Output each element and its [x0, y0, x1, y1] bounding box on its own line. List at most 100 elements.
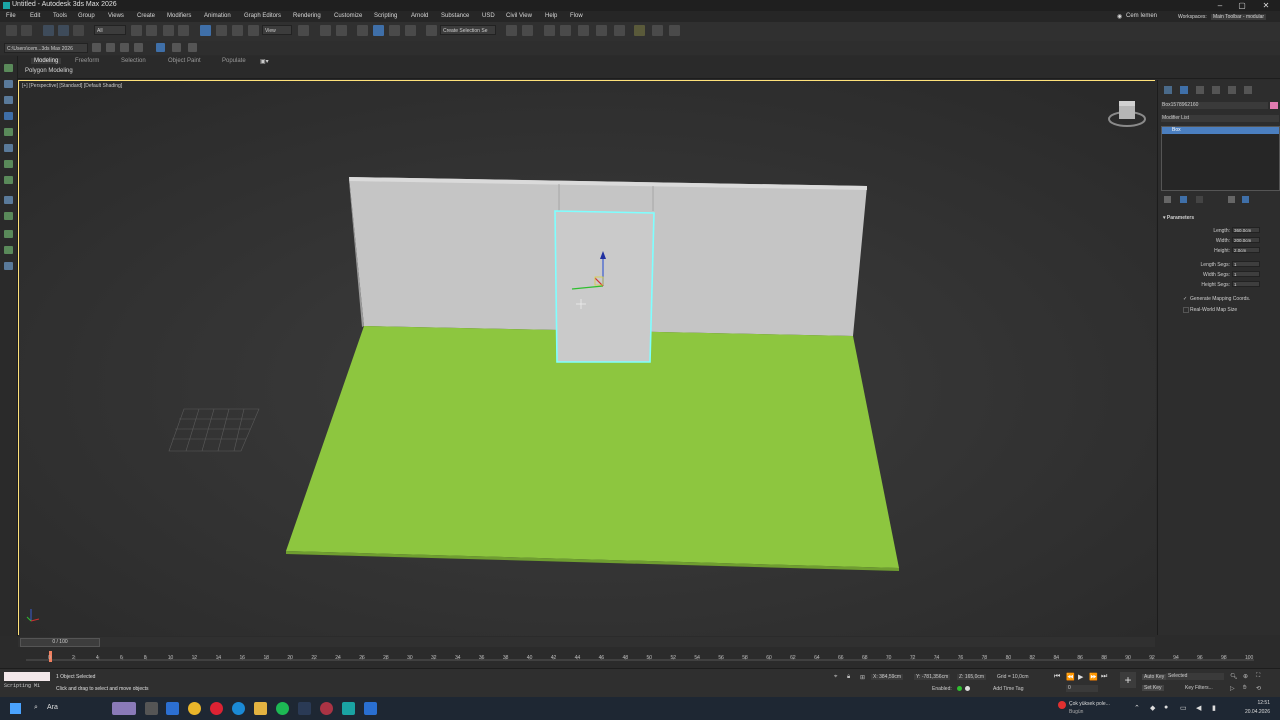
menu-modifiers[interactable]: Modifiers	[167, 13, 191, 19]
menu-views[interactable]: Views	[108, 13, 124, 19]
menu-create[interactable]: Create	[137, 13, 155, 19]
play-icon[interactable]: ▶	[1078, 673, 1083, 681]
refresh-icon[interactable]	[188, 43, 197, 52]
tab-freeform[interactable]: Freeform	[75, 58, 99, 64]
tray-icon-1[interactable]: ◆	[1150, 704, 1155, 712]
menu-scripting[interactable]: Scripting	[374, 13, 397, 19]
window-crossing-icon[interactable]	[178, 25, 189, 36]
hierarchy-icon[interactable]	[4, 96, 13, 104]
time-slider-thumb[interactable]: 0 / 100	[20, 638, 100, 647]
width-segs-spinner[interactable]: 1	[1232, 271, 1260, 277]
z-coordinate-field[interactable]: Z: 165,0cm	[957, 674, 987, 680]
tab-modeling[interactable]: Modeling	[31, 58, 62, 64]
height-spinner[interactable]: 2,0cm	[1232, 247, 1260, 253]
selection-filter-dropdown[interactable]: All	[94, 25, 126, 35]
pivot-center-icon[interactable]	[298, 25, 309, 36]
maximize-button[interactable]: ▢	[1232, 0, 1252, 11]
widgets-icon[interactable]	[112, 702, 136, 715]
goto-start-icon[interactable]: ⏮	[1054, 673, 1060, 681]
place-icon[interactable]	[248, 25, 259, 36]
selection-lock-icon[interactable]: 🔒︎	[847, 674, 850, 681]
menu-substance[interactable]: Substance	[441, 13, 469, 19]
app-icon-2[interactable]	[320, 702, 333, 715]
tab-object-paint[interactable]: Object Paint	[168, 58, 201, 64]
prev-frame-icon[interactable]: ⏪	[1066, 673, 1075, 681]
zoom-icon[interactable]: 🔍︎	[1230, 673, 1238, 680]
pan-icon[interactable]: ✋︎	[1243, 685, 1246, 692]
menu-civil-view[interactable]: Civil View	[506, 13, 532, 19]
modify-icon[interactable]	[4, 80, 13, 88]
region-select-icon[interactable]	[163, 25, 174, 36]
display-tab-icon[interactable]	[1228, 86, 1236, 94]
volume-icon[interactable]: ◀	[1196, 704, 1201, 712]
object-name-field[interactable]: Box1578962160	[1161, 102, 1268, 109]
schematic-view-icon[interactable]	[614, 25, 625, 36]
task-view-icon[interactable]	[145, 702, 158, 715]
time-slider[interactable]: 0 / 100	[18, 637, 1155, 647]
clock-date[interactable]: 20.04.2026	[1236, 709, 1270, 715]
menu-graph-editors[interactable]: Graph Editors	[244, 13, 281, 19]
layer-explorer-icon[interactable]	[560, 25, 571, 36]
configure-modifier-sets-icon[interactable]	[1242, 196, 1249, 203]
enabled-toggle-icon[interactable]	[965, 686, 970, 691]
notification-icon[interactable]	[1058, 701, 1066, 709]
selected-box-object[interactable]	[554, 210, 655, 363]
app-icon-3[interactable]	[364, 702, 377, 715]
add-time-tag[interactable]: Add Time Tag	[993, 686, 1023, 692]
clock-time[interactable]: 12:51	[1240, 700, 1270, 706]
user-name[interactable]: Cem Iemen	[1126, 13, 1157, 19]
select-by-name-icon[interactable]	[146, 25, 157, 36]
pin-stack-icon[interactable]	[1164, 196, 1171, 203]
maxscript-listener[interactable]	[4, 672, 50, 681]
gen-mapping-checkbox[interactable]: ✓	[1183, 296, 1187, 302]
bind-space-warp-icon[interactable]	[73, 25, 84, 36]
workspace-dropdown[interactable]: Main Toolbar - modular	[1211, 14, 1267, 20]
snaps-toggle-icon[interactable]	[357, 25, 368, 36]
modifier-list-dropdown[interactable]: Modifier List	[1161, 115, 1279, 122]
isolate-selection-icon[interactable]: ⌖	[834, 674, 837, 681]
motion-tab-icon[interactable]	[1212, 86, 1220, 94]
menu-customize[interactable]: Customize	[334, 13, 362, 19]
select-manipulate-icon[interactable]	[320, 25, 331, 36]
isolate-icon[interactable]	[4, 196, 13, 204]
scene-canvas[interactable]	[19, 81, 1156, 636]
opera-icon[interactable]	[210, 702, 223, 715]
freeze-icon[interactable]	[4, 230, 13, 238]
menu-edit[interactable]: Edit	[30, 13, 40, 19]
percent-snap-icon[interactable]	[389, 25, 400, 36]
steam-icon[interactable]	[298, 702, 311, 715]
menu-help[interactable]: Help	[545, 13, 557, 19]
display-icon[interactable]	[4, 144, 13, 152]
project-folder-icon[interactable]	[92, 43, 101, 52]
layers-icon[interactable]	[4, 176, 13, 184]
create-icon[interactable]	[4, 64, 13, 72]
align-icon[interactable]	[522, 25, 533, 36]
curve-editor-icon[interactable]	[596, 25, 607, 36]
scene-icon[interactable]	[4, 212, 13, 220]
menu-tools[interactable]: Tools	[53, 13, 67, 19]
rotate-icon[interactable]	[216, 25, 227, 36]
search-icon[interactable]: ⌕	[34, 704, 38, 712]
spinner-snap-icon[interactable]	[405, 25, 416, 36]
keyboard-shortcut-icon[interactable]	[336, 25, 347, 36]
menu-group[interactable]: Group	[78, 13, 95, 19]
menu-arnold[interactable]: Arnold	[411, 13, 428, 19]
mirror-icon[interactable]	[506, 25, 517, 36]
spotify-icon[interactable]	[276, 702, 289, 715]
move-icon[interactable]	[200, 25, 211, 36]
render-setup-icon[interactable]	[652, 25, 663, 36]
menu-rendering[interactable]: Rendering	[293, 13, 321, 19]
next-frame-icon[interactable]: ⏩	[1089, 673, 1098, 681]
tray-icon-2[interactable]: ●	[1164, 704, 1168, 711]
length-segs-spinner[interactable]: 1	[1232, 261, 1260, 267]
utilities-tab-icon[interactable]	[1244, 86, 1252, 94]
app-icon-1[interactable]	[166, 702, 179, 715]
edit-named-selection-icon[interactable]	[426, 25, 437, 36]
track-bar[interactable]	[18, 648, 1258, 666]
key-mode-dropdown[interactable]: Selected	[1166, 673, 1224, 680]
real-world-checkbox[interactable]	[1183, 307, 1189, 313]
new-scene-icon[interactable]	[106, 43, 115, 52]
width-spinner[interactable]: 200,0cm	[1232, 237, 1260, 243]
show-end-result-icon[interactable]	[1180, 196, 1187, 203]
set-key-large-icon[interactable]: +	[1120, 672, 1136, 688]
